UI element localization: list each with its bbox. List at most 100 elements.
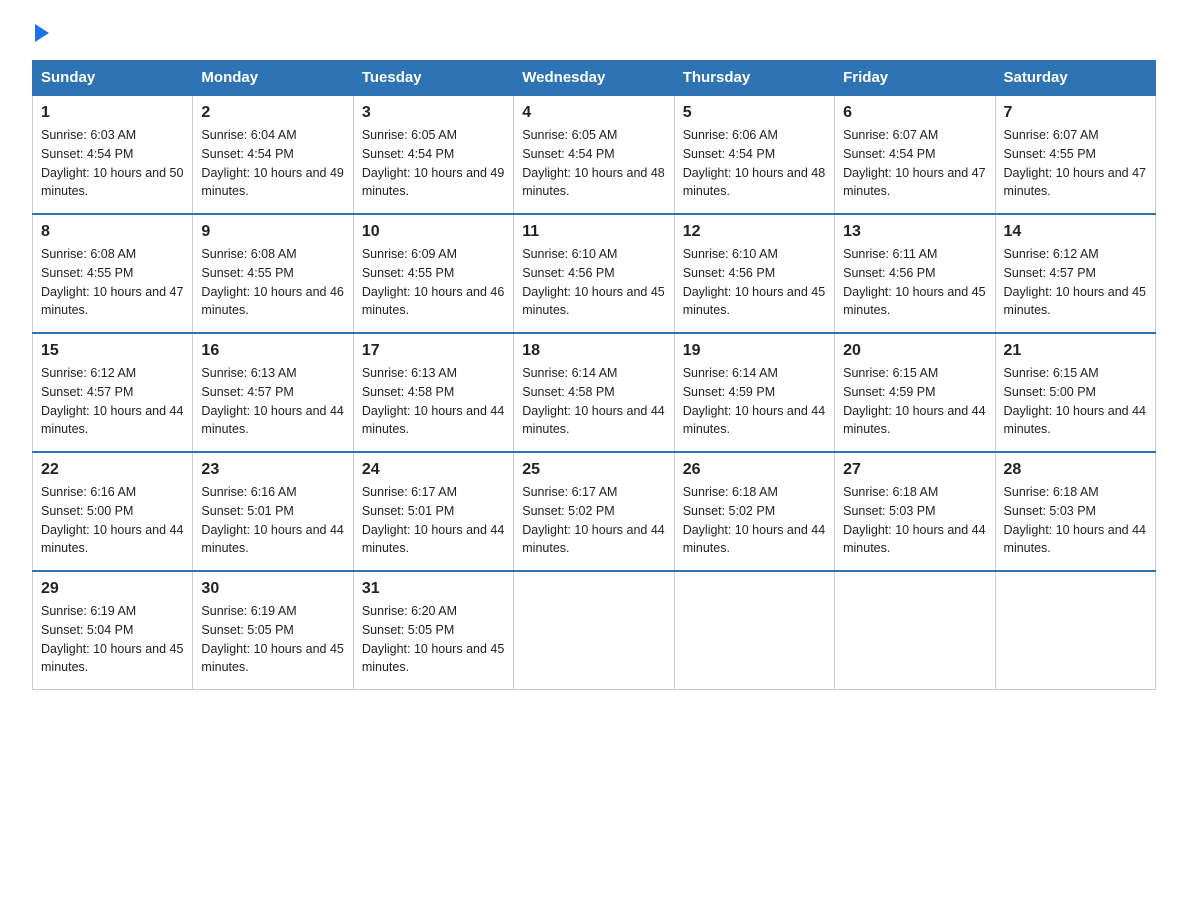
day-number: 3: [362, 104, 505, 122]
day-info: Sunrise: 6:13 AMSunset: 4:58 PMDaylight:…: [362, 364, 505, 439]
calendar-week-row: 1 Sunrise: 6:03 AMSunset: 4:54 PMDaylight…: [33, 95, 1156, 214]
calendar-day-cell: 29 Sunrise: 6:19 AMSunset: 5:04 PMDayligh…: [33, 571, 193, 690]
logo-line1: [32, 24, 49, 42]
calendar-day-cell: 13 Sunrise: 6:11 AMSunset: 4:56 PMDayligh…: [835, 214, 995, 333]
calendar-day-cell: 4 Sunrise: 6:05 AMSunset: 4:54 PMDaylight…: [514, 95, 674, 214]
day-number: 25: [522, 461, 665, 479]
day-number: 16: [201, 342, 344, 360]
day-info: Sunrise: 6:07 AMSunset: 4:55 PMDaylight:…: [1004, 126, 1147, 201]
day-info: Sunrise: 6:13 AMSunset: 4:57 PMDaylight:…: [201, 364, 344, 439]
day-info: Sunrise: 6:03 AMSunset: 4:54 PMDaylight:…: [41, 126, 184, 201]
day-number: 12: [683, 223, 826, 241]
day-number: 1: [41, 104, 184, 122]
day-info: Sunrise: 6:14 AMSunset: 4:58 PMDaylight:…: [522, 364, 665, 439]
calendar-day-cell: 30 Sunrise: 6:19 AMSunset: 5:05 PMDayligh…: [193, 571, 353, 690]
day-number: 30: [201, 580, 344, 598]
day-info: Sunrise: 6:18 AMSunset: 5:03 PMDaylight:…: [843, 483, 986, 558]
calendar-day-cell: 18 Sunrise: 6:14 AMSunset: 4:58 PMDayligh…: [514, 333, 674, 452]
calendar-day-cell: 27 Sunrise: 6:18 AMSunset: 5:03 PMDayligh…: [835, 452, 995, 571]
calendar-day-cell: 16 Sunrise: 6:13 AMSunset: 4:57 PMDayligh…: [193, 333, 353, 452]
day-info: Sunrise: 6:08 AMSunset: 4:55 PMDaylight:…: [41, 245, 184, 320]
day-number: 28: [1004, 461, 1147, 479]
calendar-body: 1 Sunrise: 6:03 AMSunset: 4:54 PMDaylight…: [33, 95, 1156, 690]
calendar-day-cell: 12 Sunrise: 6:10 AMSunset: 4:56 PMDayligh…: [674, 214, 834, 333]
calendar-table: SundayMondayTuesdayWednesdayThursdayFrid…: [32, 60, 1156, 690]
day-info: Sunrise: 6:17 AMSunset: 5:01 PMDaylight:…: [362, 483, 505, 558]
day-info: Sunrise: 6:12 AMSunset: 4:57 PMDaylight:…: [1004, 245, 1147, 320]
weekday-header-sunday: Sunday: [33, 61, 193, 96]
calendar-day-cell: 11 Sunrise: 6:10 AMSunset: 4:56 PMDayligh…: [514, 214, 674, 333]
calendar-day-cell: 31 Sunrise: 6:20 AMSunset: 5:05 PMDayligh…: [353, 571, 513, 690]
logo: [32, 24, 49, 42]
calendar-day-cell: 1 Sunrise: 6:03 AMSunset: 4:54 PMDaylight…: [33, 95, 193, 214]
day-number: 7: [1004, 104, 1147, 122]
calendar-day-cell: 3 Sunrise: 6:05 AMSunset: 4:54 PMDaylight…: [353, 95, 513, 214]
day-info: Sunrise: 6:04 AMSunset: 4:54 PMDaylight:…: [201, 126, 344, 201]
calendar-day-cell: 8 Sunrise: 6:08 AMSunset: 4:55 PMDaylight…: [33, 214, 193, 333]
day-number: 9: [201, 223, 344, 241]
day-info: Sunrise: 6:08 AMSunset: 4:55 PMDaylight:…: [201, 245, 344, 320]
calendar-day-cell: 7 Sunrise: 6:07 AMSunset: 4:55 PMDaylight…: [995, 95, 1155, 214]
calendar-day-cell: 20Sunrise: 6:15 AMSunset: 4:59 PMDayligh…: [835, 333, 995, 452]
day-info: Sunrise: 6:12 AMSunset: 4:57 PMDaylight:…: [41, 364, 184, 439]
day-info: Sunrise: 6:18 AMSunset: 5:03 PMDaylight:…: [1004, 483, 1147, 558]
calendar-day-cell: 23Sunrise: 6:16 AMSunset: 5:01 PMDayligh…: [193, 452, 353, 571]
calendar-day-cell: [514, 571, 674, 690]
day-number: 8: [41, 223, 184, 241]
calendar-day-cell: 21 Sunrise: 6:15 AMSunset: 5:00 PMDayligh…: [995, 333, 1155, 452]
calendar-day-cell: 26Sunrise: 6:18 AMSunset: 5:02 PMDayligh…: [674, 452, 834, 571]
calendar-week-row: 15 Sunrise: 6:12 AMSunset: 4:57 PMDayligh…: [33, 333, 1156, 452]
day-number: 31: [362, 580, 505, 598]
day-number: 13: [843, 223, 986, 241]
calendar-day-cell: 15 Sunrise: 6:12 AMSunset: 4:57 PMDayligh…: [33, 333, 193, 452]
day-info: Sunrise: 6:05 AMSunset: 4:54 PMDaylight:…: [362, 126, 505, 201]
day-info: Sunrise: 6:14 AMSunset: 4:59 PMDaylight:…: [683, 364, 826, 439]
weekday-header-friday: Friday: [835, 61, 995, 96]
day-number: 22: [41, 461, 184, 479]
day-number: 23: [201, 461, 344, 479]
calendar-day-cell: [674, 571, 834, 690]
day-info: Sunrise: 6:06 AMSunset: 4:54 PMDaylight:…: [683, 126, 826, 201]
day-info: Sunrise: 6:17 AMSunset: 5:02 PMDaylight:…: [522, 483, 665, 558]
calendar-day-cell: 22Sunrise: 6:16 AMSunset: 5:00 PMDayligh…: [33, 452, 193, 571]
day-number: 2: [201, 104, 344, 122]
day-info: Sunrise: 6:18 AMSunset: 5:02 PMDaylight:…: [683, 483, 826, 558]
calendar-day-cell: 25 Sunrise: 6:17 AMSunset: 5:02 PMDayligh…: [514, 452, 674, 571]
calendar-day-cell: 2 Sunrise: 6:04 AMSunset: 4:54 PMDaylight…: [193, 95, 353, 214]
day-number: 10: [362, 223, 505, 241]
day-number: 14: [1004, 223, 1147, 241]
calendar-day-cell: 9 Sunrise: 6:08 AMSunset: 4:55 PMDaylight…: [193, 214, 353, 333]
calendar-day-cell: 24Sunrise: 6:17 AMSunset: 5:01 PMDayligh…: [353, 452, 513, 571]
day-info: Sunrise: 6:15 AMSunset: 5:00 PMDaylight:…: [1004, 364, 1147, 439]
calendar-week-row: 8 Sunrise: 6:08 AMSunset: 4:55 PMDaylight…: [33, 214, 1156, 333]
weekday-header-monday: Monday: [193, 61, 353, 96]
day-number: 6: [843, 104, 986, 122]
day-number: 4: [522, 104, 665, 122]
day-info: Sunrise: 6:19 AMSunset: 5:05 PMDaylight:…: [201, 602, 344, 677]
day-number: 19: [683, 342, 826, 360]
day-number: 27: [843, 461, 986, 479]
weekday-header-thursday: Thursday: [674, 61, 834, 96]
day-info: Sunrise: 6:15 AMSunset: 4:59 PMDaylight:…: [843, 364, 986, 439]
weekday-header-row: SundayMondayTuesdayWednesdayThursdayFrid…: [33, 61, 1156, 96]
day-info: Sunrise: 6:09 AMSunset: 4:55 PMDaylight:…: [362, 245, 505, 320]
day-number: 15: [41, 342, 184, 360]
day-info: Sunrise: 6:05 AMSunset: 4:54 PMDaylight:…: [522, 126, 665, 201]
day-number: 18: [522, 342, 665, 360]
page-header: [32, 24, 1156, 42]
calendar-day-cell: [995, 571, 1155, 690]
day-info: Sunrise: 6:20 AMSunset: 5:05 PMDaylight:…: [362, 602, 505, 677]
calendar-day-cell: 10 Sunrise: 6:09 AMSunset: 4:55 PMDayligh…: [353, 214, 513, 333]
day-number: 5: [683, 104, 826, 122]
day-number: 11: [522, 223, 665, 241]
weekday-header-wednesday: Wednesday: [514, 61, 674, 96]
calendar-day-cell: 28 Sunrise: 6:18 AMSunset: 5:03 PMDayligh…: [995, 452, 1155, 571]
calendar-day-cell: 5 Sunrise: 6:06 AMSunset: 4:54 PMDaylight…: [674, 95, 834, 214]
day-info: Sunrise: 6:19 AMSunset: 5:04 PMDaylight:…: [41, 602, 184, 677]
day-number: 29: [41, 580, 184, 598]
day-info: Sunrise: 6:10 AMSunset: 4:56 PMDaylight:…: [522, 245, 665, 320]
day-info: Sunrise: 6:10 AMSunset: 4:56 PMDaylight:…: [683, 245, 826, 320]
day-number: 17: [362, 342, 505, 360]
day-number: 21: [1004, 342, 1147, 360]
day-info: Sunrise: 6:11 AMSunset: 4:56 PMDaylight:…: [843, 245, 986, 320]
